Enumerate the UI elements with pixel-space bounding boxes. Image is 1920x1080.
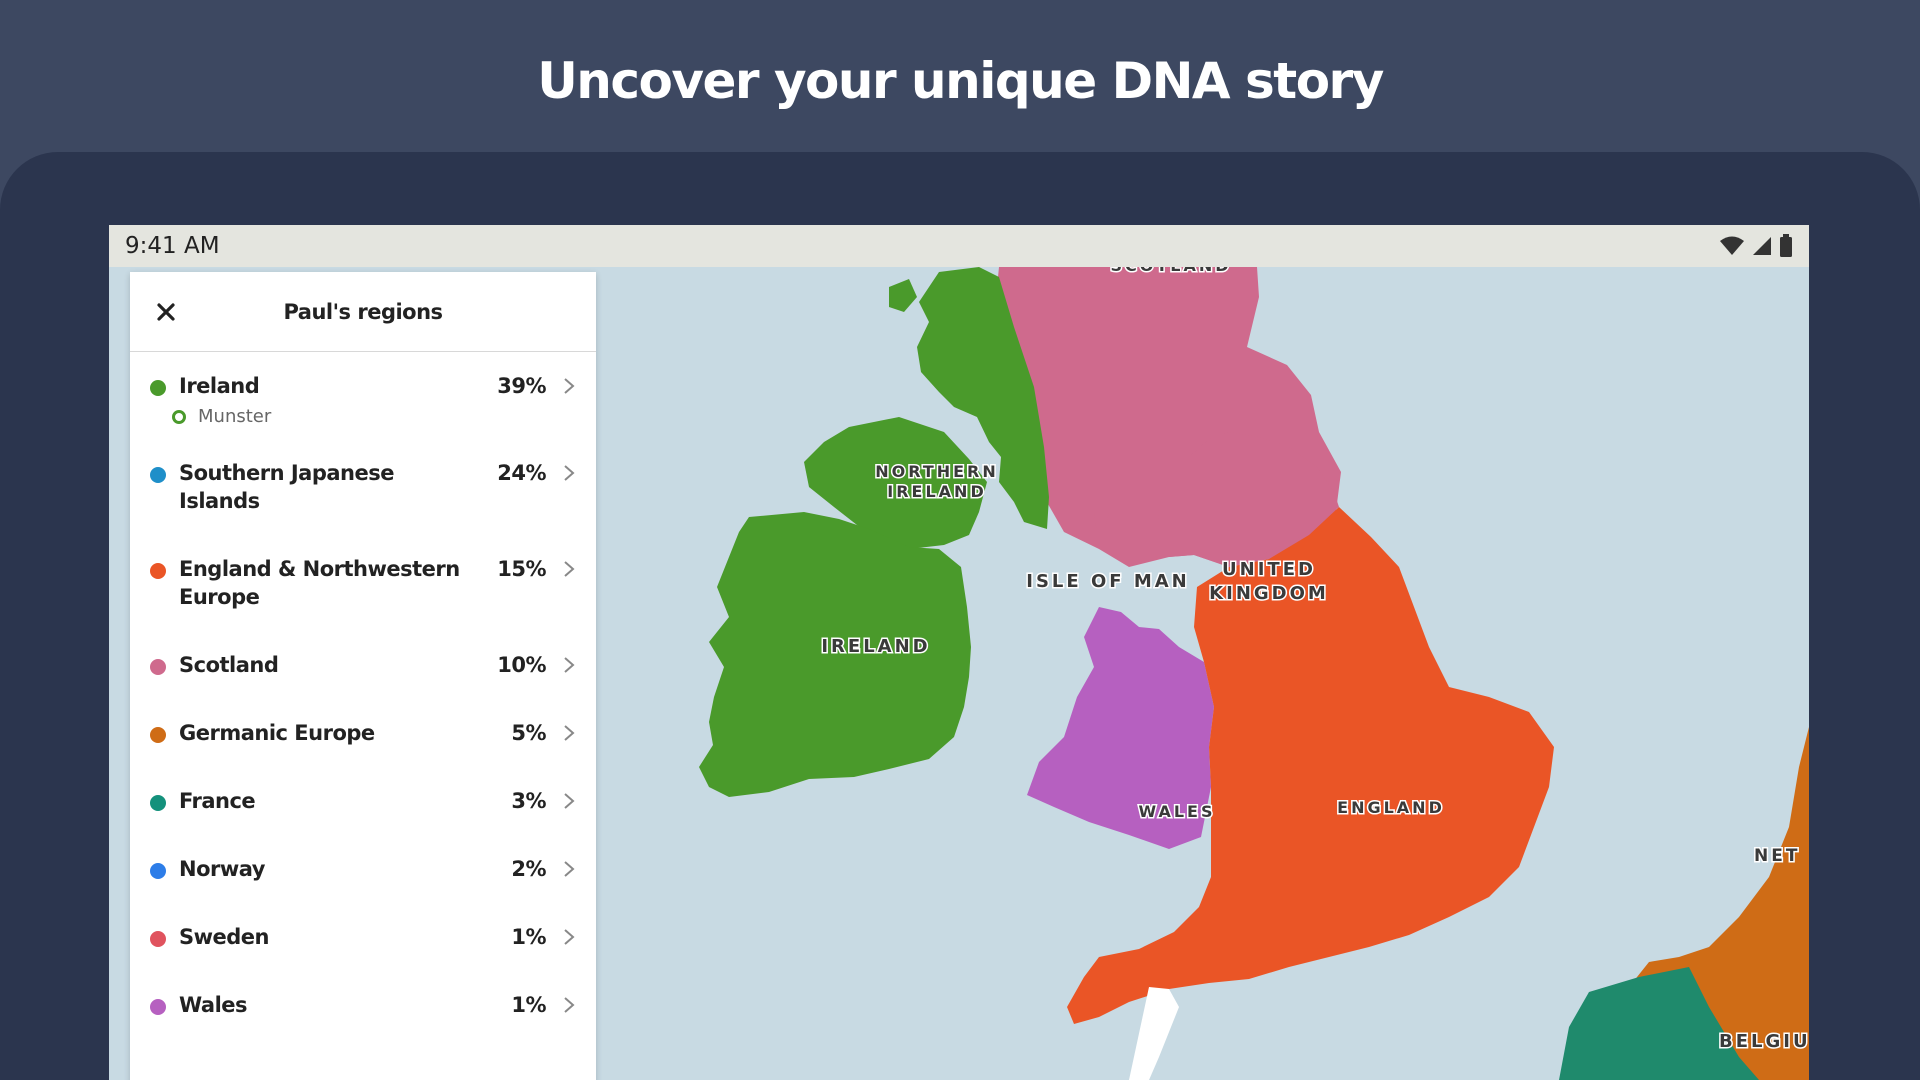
subregion-munster[interactable]: Munster xyxy=(172,406,464,427)
regions-panel: Paul's regions Ireland Munster 39% South… xyxy=(130,272,596,1080)
status-time: 9:41 AM xyxy=(125,233,220,259)
status-icons xyxy=(1719,234,1793,258)
map-label-united-kingdom-1: UNITED xyxy=(1222,559,1316,580)
map-label-wales: WALES xyxy=(1139,802,1216,821)
region-item-southern-japanese-islands[interactable]: Southern Japanese Islands 24% xyxy=(130,459,596,515)
chevron-right-icon xyxy=(564,793,575,809)
region-item-germanic-europe[interactable]: Germanic Europe 5% xyxy=(130,719,596,747)
region-name: Sweden xyxy=(179,925,270,949)
map-label-belgium: BELGIU xyxy=(1719,1031,1809,1052)
region-color-dot xyxy=(150,727,166,743)
region-color-dot xyxy=(150,380,166,396)
region-color-dot xyxy=(150,563,166,579)
region-name: Scotland xyxy=(179,653,279,677)
map-label-united-kingdom-2: KINGDOM xyxy=(1209,583,1329,604)
region-item-france[interactable]: France 3% xyxy=(130,787,596,815)
battery-icon xyxy=(1780,234,1792,257)
region-name: Germanic Europe xyxy=(179,721,375,745)
region-color-dot xyxy=(150,863,166,879)
map-label-scotland: SCOTLAND xyxy=(1110,267,1231,275)
region-item-ireland[interactable]: Ireland Munster 39% xyxy=(130,372,596,427)
chevron-right-icon xyxy=(564,561,575,577)
region-percent: 39% xyxy=(497,374,546,398)
subregion-ring-icon xyxy=(172,409,186,424)
chevron-right-icon xyxy=(564,465,575,481)
panel-title: Paul's regions xyxy=(283,300,443,324)
map-label-northern-ireland-2: IRELAND xyxy=(887,482,986,501)
region-color-dot xyxy=(150,931,166,947)
app-screen: 9:41 AM NORTHERN IRELAND IRELAND ISLE OF… xyxy=(109,225,1809,1080)
region-name: England & Northwestern Europe xyxy=(179,557,460,609)
map-label-england: ENGLAND xyxy=(1337,798,1445,817)
region-name: France xyxy=(179,789,256,813)
region-percent: 1% xyxy=(511,925,546,949)
region-percent: 3% xyxy=(511,789,546,813)
region-percent: 24% xyxy=(497,461,546,485)
chevron-right-icon xyxy=(564,725,575,741)
chevron-right-icon xyxy=(564,997,575,1013)
chevron-right-icon xyxy=(564,378,575,394)
panel-header: Paul's regions xyxy=(130,272,596,352)
chevron-right-icon xyxy=(564,657,575,673)
region-percent: 2% xyxy=(511,857,546,881)
map-label-ireland: IRELAND xyxy=(821,636,930,657)
region-color-dot xyxy=(150,659,166,675)
region-color-dot xyxy=(150,467,166,483)
status-bar: 9:41 AM xyxy=(109,225,1809,267)
region-percent: 5% xyxy=(511,721,546,745)
map-label-netherlands: NET xyxy=(1754,846,1800,866)
region-percent: 10% xyxy=(497,653,546,677)
region-item-scotland[interactable]: Scotland 10% xyxy=(130,651,596,679)
region-item-wales[interactable]: Wales 1% xyxy=(130,991,596,1019)
region-percent: 15% xyxy=(497,557,546,581)
region-name: Southern Japanese Islands xyxy=(179,461,394,513)
region-name: Norway xyxy=(179,857,265,881)
chevron-right-icon xyxy=(564,861,575,877)
region-percent: 1% xyxy=(511,993,546,1017)
region-item-sweden[interactable]: Sweden 1% xyxy=(130,923,596,951)
region-color-dot xyxy=(150,999,166,1015)
headline: Uncover your unique DNA story xyxy=(537,52,1384,110)
map-label-northern-ireland-1: NORTHERN xyxy=(875,462,999,481)
region-item-norway[interactable]: Norway 2% xyxy=(130,855,596,883)
region-color-dot xyxy=(150,795,166,811)
region-item-england-nw-europe[interactable]: England & Northwestern Europe 15% xyxy=(130,555,596,611)
region-name: Wales xyxy=(179,993,248,1017)
wifi-icon xyxy=(1720,236,1744,255)
chevron-right-icon xyxy=(564,929,575,945)
region-name: Ireland xyxy=(179,374,260,398)
subregion-name: Munster xyxy=(198,406,272,427)
cell-signal-icon xyxy=(1753,237,1771,255)
region-list: Ireland Munster 39% Southern Japanese Is… xyxy=(130,372,596,1019)
map-label-isle-of-man: ISLE OF MAN xyxy=(1026,571,1189,592)
